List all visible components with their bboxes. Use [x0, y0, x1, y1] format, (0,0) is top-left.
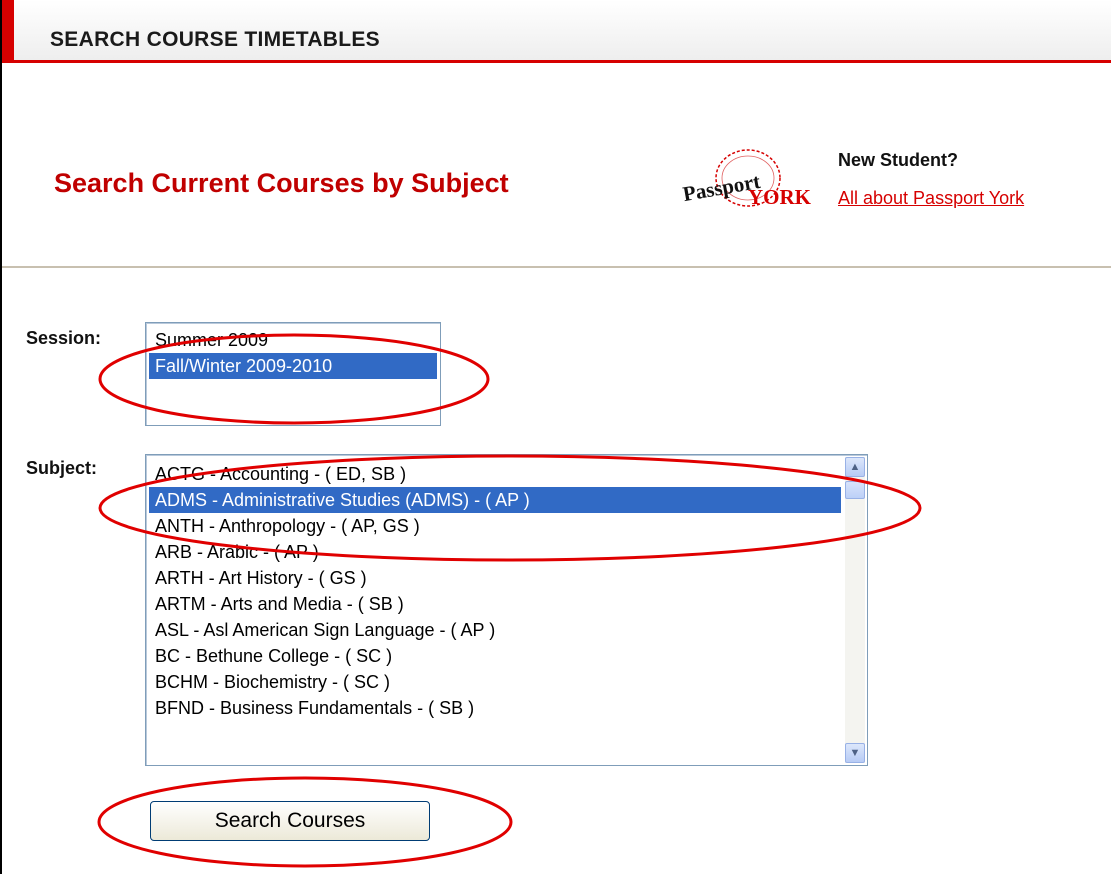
subject-option[interactable]: BC - Bethune College - ( SC ) — [149, 643, 841, 669]
session-label: Session: — [26, 328, 102, 348]
session-option[interactable]: Summer 2009 — [149, 327, 437, 353]
subject-option[interactable]: BFND - Business Fundamentals - ( SB ) — [149, 695, 841, 721]
logo-york-text: YORK — [748, 185, 812, 209]
passport-york-link[interactable]: All about Passport York — [838, 188, 1024, 209]
new-student-label: New Student? — [838, 150, 958, 170]
subject-option[interactable]: ANTH - Anthropology - ( AP, GS ) — [149, 513, 841, 539]
subject-option[interactable]: ACTG - Accounting - ( ED, SB ) — [149, 461, 841, 487]
scroll-down-icon[interactable]: ▼ — [845, 743, 865, 763]
section-heading: Search Current Courses by Subject — [54, 168, 509, 198]
session-listbox[interactable]: Summer 2009 Fall/Winter 2009-2010 — [145, 322, 441, 426]
subject-option[interactable]: ARTM - Arts and Media - ( SB ) — [149, 591, 841, 617]
header-accent-bar — [2, 0, 14, 60]
subject-scrollbar[interactable]: ▲ ▼ — [845, 457, 865, 763]
passport-york-logo: Passport YORK — [681, 149, 812, 209]
session-option[interactable]: Fall/Winter 2009-2010 — [149, 353, 437, 379]
subject-option[interactable]: BCHM - Biochemistry - ( SC ) — [149, 669, 841, 695]
scroll-thumb[interactable] — [845, 481, 865, 499]
subject-option[interactable]: ADMS - Administrative Studies (ADMS) - (… — [149, 487, 841, 513]
scroll-up-icon[interactable]: ▲ — [845, 457, 865, 477]
section-divider — [2, 266, 1111, 268]
subject-label: Subject: — [26, 458, 98, 478]
search-courses-button[interactable]: Search Courses — [150, 801, 430, 841]
subject-listbox[interactable]: ACTG - Accounting - ( ED, SB ) ADMS - Adm… — [145, 454, 868, 766]
subject-option[interactable]: ARTH - Art History - ( GS ) — [149, 565, 841, 591]
page-title: SEARCH COURSE TIMETABLES — [50, 28, 380, 51]
subject-option[interactable]: ASL - Asl American Sign Language - ( AP … — [149, 617, 841, 643]
page-left-border — [0, 0, 2, 874]
page-header: SEARCH COURSE TIMETABLES — [2, 0, 1111, 63]
subject-option[interactable]: ARB - Arabic - ( AP ) — [149, 539, 841, 565]
